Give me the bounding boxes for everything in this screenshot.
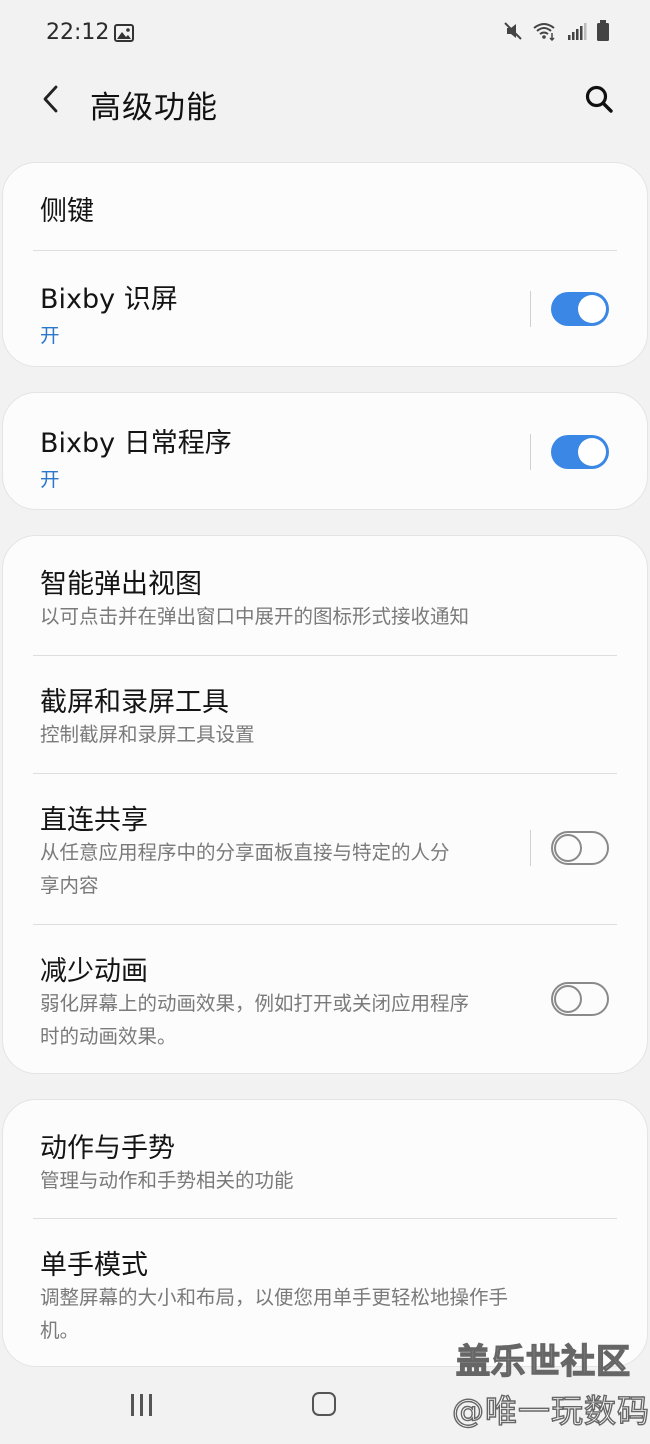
recent-apps-icon xyxy=(140,1394,143,1416)
vertical-separator xyxy=(530,291,531,327)
signal-icon xyxy=(567,21,587,45)
home-button[interactable] xyxy=(312,1392,336,1416)
screenshot-tools-subtitle: 控制截屏和录屏工具设置 xyxy=(40,723,255,746)
direct-share-toggle[interactable] xyxy=(551,831,609,865)
one-handed-mode-title: 单手模式 xyxy=(40,1250,148,1281)
bixby-routines-status: 开 xyxy=(40,468,60,491)
reduce-animations-subtitle-line1: 弱化屏幕上的动画效果，例如打开或关闭应用程序 xyxy=(40,992,470,1015)
back-button[interactable] xyxy=(30,80,72,122)
back-arrow-icon xyxy=(40,84,62,118)
card-side-key-bixby: 侧键 Bixby 识屏 开 xyxy=(2,162,648,367)
bixby-vision-title: Bixby 识屏 xyxy=(40,284,178,315)
bixby-vision-status: 开 xyxy=(40,324,60,347)
card-bixby-routines: Bixby 日常程序 开 xyxy=(2,392,648,510)
reduce-animations-subtitle-line2: 时的动画效果。 xyxy=(40,1025,177,1048)
search-button[interactable] xyxy=(578,80,620,122)
list-item-reduce-animations[interactable]: 减少动画 弱化屏幕上的动画效果，例如打开或关闭应用程序 时的动画效果。 xyxy=(3,925,647,1075)
card-motions: 动作与手势 管理与动作和手势相关的功能 单手模式 调整屏幕的大小和布局，以便您用… xyxy=(2,1099,648,1367)
motions-gestures-subtitle: 管理与动作和手势相关的功能 xyxy=(40,1169,294,1192)
reduce-animations-title: 减少动画 xyxy=(40,956,148,987)
smart-popup-title: 智能弹出视图 xyxy=(40,569,202,600)
vertical-separator xyxy=(530,830,531,866)
list-item-smart-popup[interactable]: 智能弹出视图 以可点击并在弹出窗口中展开的图标形式接收通知 xyxy=(3,536,647,655)
motions-gestures-title: 动作与手势 xyxy=(40,1133,175,1164)
status-bar: 22:12 xyxy=(0,0,650,66)
bixby-vision-toggle[interactable] xyxy=(551,292,609,326)
smart-popup-subtitle: 以可点击并在弹出窗口中展开的图标形式接收通知 xyxy=(40,605,470,628)
direct-share-subtitle-line1: 从任意应用程序中的分享面板直接与特定的人分 xyxy=(40,841,450,864)
page-title: 高级功能 xyxy=(90,90,218,126)
vertical-separator xyxy=(530,434,531,470)
direct-share-title: 直连共享 xyxy=(40,805,148,836)
advanced-features-screen: 22:12 高级功能 侧键 Bixby 识屏 开 Bixby 日常程序 开 智能… xyxy=(0,0,650,1444)
toggle-knob xyxy=(554,985,582,1013)
recent-apps-button[interactable] xyxy=(128,1391,158,1421)
list-item-direct-share[interactable]: 直连共享 从任意应用程序中的分享面板直接与特定的人分 享内容 xyxy=(3,774,647,924)
one-handed-mode-subtitle-line1: 调整屏幕的大小和布局，以便您用单手更轻松地操作手 xyxy=(40,1286,509,1309)
gallery-icon xyxy=(114,24,134,46)
direct-share-subtitle-line2: 享内容 xyxy=(40,874,99,897)
mute-icon xyxy=(503,21,523,45)
bixby-routines-title: Bixby 日常程序 xyxy=(40,428,232,459)
bixby-routines-toggle[interactable] xyxy=(551,435,609,469)
status-time: 22:12 xyxy=(46,20,110,45)
list-item-side-key[interactable]: 侧键 xyxy=(3,163,647,251)
toggle-knob xyxy=(578,295,606,323)
list-item-bixby-vision[interactable]: Bixby 识屏 开 xyxy=(3,251,647,368)
reduce-animations-toggle[interactable] xyxy=(551,982,609,1016)
status-icons xyxy=(503,20,610,46)
screenshot-tools-title: 截屏和录屏工具 xyxy=(40,687,229,718)
list-item-motions-gestures[interactable]: 动作与手势 管理与动作和手势相关的功能 xyxy=(3,1100,647,1218)
toggle-knob xyxy=(554,834,582,862)
search-icon xyxy=(584,84,614,118)
toggle-knob xyxy=(578,438,606,466)
recent-apps-icon xyxy=(131,1394,134,1416)
battery-icon xyxy=(596,20,610,46)
one-handed-mode-subtitle-line2: 机。 xyxy=(40,1319,80,1342)
app-header: 高级功能 xyxy=(0,70,650,134)
side-key-title: 侧键 xyxy=(40,196,94,227)
watermark-author: @唯一玩数码 xyxy=(451,1391,650,1430)
wifi-icon xyxy=(532,21,558,45)
list-item-screenshot-tools[interactable]: 截屏和录屏工具 控制截屏和录屏工具设置 xyxy=(3,656,647,773)
list-item-bixby-routines[interactable]: Bixby 日常程序 开 xyxy=(3,393,647,511)
watermark-community: 盖乐世社区 xyxy=(455,1341,631,1382)
card-display-features: 智能弹出视图 以可点击并在弹出窗口中展开的图标形式接收通知 截屏和录屏工具 控制… xyxy=(2,535,648,1074)
recent-apps-icon xyxy=(149,1394,152,1416)
